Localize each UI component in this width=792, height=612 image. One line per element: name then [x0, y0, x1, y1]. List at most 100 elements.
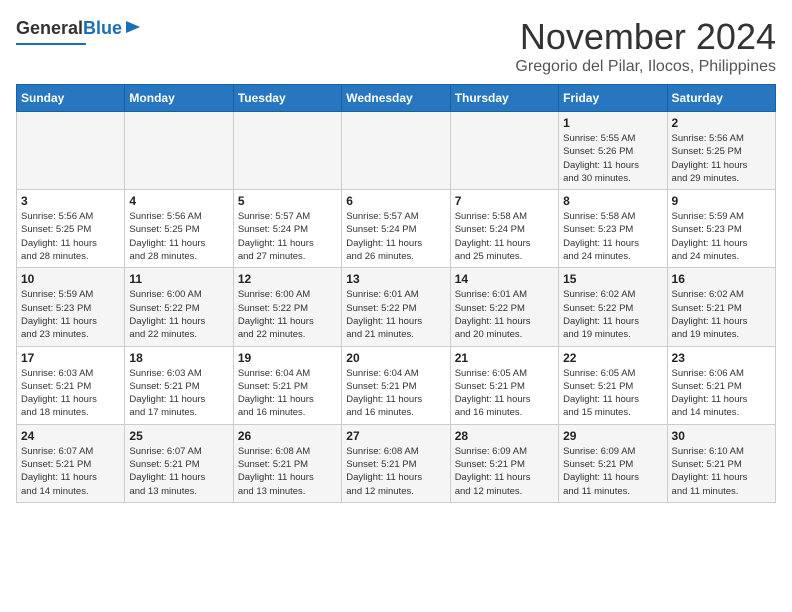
- day-number: 11: [129, 272, 228, 286]
- calendar-cell: [342, 112, 450, 190]
- day-number: 19: [238, 351, 337, 365]
- calendar-cell: 19 Sunrise: 6:04 AM Sunset: 5:21 PM Dayli…: [233, 346, 341, 424]
- day-info: Sunrise: 5:57 AM Sunset: 5:24 PM Dayligh…: [238, 210, 337, 263]
- day-info: Sunrise: 6:07 AM Sunset: 5:21 PM Dayligh…: [129, 445, 228, 498]
- day-number: 25: [129, 429, 228, 443]
- day-info: Sunrise: 5:57 AM Sunset: 5:24 PM Dayligh…: [346, 210, 445, 263]
- calendar-cell: 24 Sunrise: 6:07 AM Sunset: 5:21 PM Dayli…: [17, 424, 125, 502]
- day-number: 7: [455, 194, 554, 208]
- day-number: 15: [563, 272, 662, 286]
- day-info: Sunrise: 6:02 AM Sunset: 5:21 PM Dayligh…: [672, 288, 771, 341]
- day-number: 21: [455, 351, 554, 365]
- calendar-cell: 12 Sunrise: 6:00 AM Sunset: 5:22 PM Dayli…: [233, 268, 341, 346]
- day-number: 30: [672, 429, 771, 443]
- logo: GeneralBlue: [16, 16, 142, 45]
- calendar-header: SundayMondayTuesdayWednesdayThursdayFrid…: [17, 85, 776, 112]
- calendar-cell: 8Sunrise: 5:58 AM Sunset: 5:23 PM Daylig…: [559, 190, 667, 268]
- day-number: 16: [672, 272, 771, 286]
- calendar-cell: 25 Sunrise: 6:07 AM Sunset: 5:21 PM Dayli…: [125, 424, 233, 502]
- day-info: Sunrise: 6:03 AM Sunset: 5:21 PM Dayligh…: [129, 367, 228, 420]
- day-number: 4: [129, 194, 228, 208]
- day-number: 9: [672, 194, 771, 208]
- calendar-cell: 22Sunrise: 6:05 AM Sunset: 5:21 PM Dayli…: [559, 346, 667, 424]
- calendar-cell: 29 Sunrise: 6:09 AM Sunset: 5:21 PM Dayli…: [559, 424, 667, 502]
- calendar-cell: 21 Sunrise: 6:05 AM Sunset: 5:21 PM Dayli…: [450, 346, 558, 424]
- day-number: 2: [672, 116, 771, 130]
- calendar-cell: 11 Sunrise: 6:00 AM Sunset: 5:22 PM Dayli…: [125, 268, 233, 346]
- day-info: Sunrise: 6:04 AM Sunset: 5:21 PM Dayligh…: [238, 367, 337, 420]
- calendar-cell: 18 Sunrise: 6:03 AM Sunset: 5:21 PM Dayli…: [125, 346, 233, 424]
- weekday-header: Saturday: [667, 85, 775, 112]
- day-info: Sunrise: 6:00 AM Sunset: 5:22 PM Dayligh…: [129, 288, 228, 341]
- calendar-cell: [450, 112, 558, 190]
- day-number: 13: [346, 272, 445, 286]
- day-info: Sunrise: 5:55 AM Sunset: 5:26 PM Dayligh…: [563, 132, 662, 185]
- calendar-cell: 16 Sunrise: 6:02 AM Sunset: 5:21 PM Dayli…: [667, 268, 775, 346]
- day-info: Sunrise: 6:08 AM Sunset: 5:21 PM Dayligh…: [238, 445, 337, 498]
- day-number: 27: [346, 429, 445, 443]
- day-number: 29: [563, 429, 662, 443]
- weekday-header: Friday: [559, 85, 667, 112]
- day-number: 8: [563, 194, 662, 208]
- calendar-table: SundayMondayTuesdayWednesdayThursdayFrid…: [16, 84, 776, 503]
- calendar-cell: 2 Sunrise: 5:56 AM Sunset: 5:25 PM Daylig…: [667, 112, 775, 190]
- day-number: 23: [672, 351, 771, 365]
- day-info: Sunrise: 6:07 AM Sunset: 5:21 PM Dayligh…: [21, 445, 120, 498]
- day-number: 6: [346, 194, 445, 208]
- day-number: 24: [21, 429, 120, 443]
- day-number: 28: [455, 429, 554, 443]
- calendar-cell: 9 Sunrise: 5:59 AM Sunset: 5:23 PM Daylig…: [667, 190, 775, 268]
- calendar-cell: [233, 112, 341, 190]
- calendar-cell: 13 Sunrise: 6:01 AM Sunset: 5:22 PM Dayli…: [342, 268, 450, 346]
- calendar-cell: 3 Sunrise: 5:56 AM Sunset: 5:25 PM Daylig…: [17, 190, 125, 268]
- weekday-header: Wednesday: [342, 85, 450, 112]
- calendar-cell: 27 Sunrise: 6:08 AM Sunset: 5:21 PM Dayli…: [342, 424, 450, 502]
- day-info: Sunrise: 6:09 AM Sunset: 5:21 PM Dayligh…: [563, 445, 662, 498]
- day-info: Sunrise: 6:03 AM Sunset: 5:21 PM Dayligh…: [21, 367, 120, 420]
- location-title: Gregorio del Pilar, Ilocos, Philippines: [515, 58, 776, 76]
- day-info: Sunrise: 6:05 AM Sunset: 5:21 PM Dayligh…: [455, 367, 554, 420]
- day-info: Sunrise: 6:09 AM Sunset: 5:21 PM Dayligh…: [455, 445, 554, 498]
- day-number: 18: [129, 351, 228, 365]
- weekday-header: Monday: [125, 85, 233, 112]
- calendar-cell: 30 Sunrise: 6:10 AM Sunset: 5:21 PM Dayli…: [667, 424, 775, 502]
- calendar-cell: 4 Sunrise: 5:56 AM Sunset: 5:25 PM Daylig…: [125, 190, 233, 268]
- day-info: Sunrise: 5:56 AM Sunset: 5:25 PM Dayligh…: [672, 132, 771, 185]
- day-info: Sunrise: 5:59 AM Sunset: 5:23 PM Dayligh…: [672, 210, 771, 263]
- page-header: GeneralBlue November 2024 Gregorio del P…: [16, 16, 776, 76]
- calendar-cell: 7 Sunrise: 5:58 AM Sunset: 5:24 PM Daylig…: [450, 190, 558, 268]
- day-info: Sunrise: 6:00 AM Sunset: 5:22 PM Dayligh…: [238, 288, 337, 341]
- calendar-cell: 28 Sunrise: 6:09 AM Sunset: 5:21 PM Dayli…: [450, 424, 558, 502]
- day-info: Sunrise: 5:56 AM Sunset: 5:25 PM Dayligh…: [129, 210, 228, 263]
- calendar-cell: [17, 112, 125, 190]
- day-info: Sunrise: 6:01 AM Sunset: 5:22 PM Dayligh…: [346, 288, 445, 341]
- day-number: 10: [21, 272, 120, 286]
- day-info: Sunrise: 6:01 AM Sunset: 5:22 PM Dayligh…: [455, 288, 554, 341]
- day-info: Sunrise: 5:56 AM Sunset: 5:25 PM Dayligh…: [21, 210, 120, 263]
- day-info: Sunrise: 6:06 AM Sunset: 5:21 PM Dayligh…: [672, 367, 771, 420]
- day-info: Sunrise: 6:08 AM Sunset: 5:21 PM Dayligh…: [346, 445, 445, 498]
- calendar-cell: 15Sunrise: 6:02 AM Sunset: 5:22 PM Dayli…: [559, 268, 667, 346]
- logo-general: General: [16, 18, 83, 38]
- day-number: 12: [238, 272, 337, 286]
- logo-blue: Blue: [83, 18, 122, 38]
- day-number: 26: [238, 429, 337, 443]
- day-number: 3: [21, 194, 120, 208]
- day-info: Sunrise: 6:10 AM Sunset: 5:21 PM Dayligh…: [672, 445, 771, 498]
- calendar-cell: [125, 112, 233, 190]
- day-number: 5: [238, 194, 337, 208]
- calendar-cell: 23 Sunrise: 6:06 AM Sunset: 5:21 PM Dayli…: [667, 346, 775, 424]
- day-info: Sunrise: 6:04 AM Sunset: 5:21 PM Dayligh…: [346, 367, 445, 420]
- weekday-header: Thursday: [450, 85, 558, 112]
- calendar-cell: 17 Sunrise: 6:03 AM Sunset: 5:21 PM Dayli…: [17, 346, 125, 424]
- calendar-cell: 14 Sunrise: 6:01 AM Sunset: 5:22 PM Dayli…: [450, 268, 558, 346]
- calendar-cell: 26 Sunrise: 6:08 AM Sunset: 5:21 PM Dayli…: [233, 424, 341, 502]
- day-number: 1: [563, 116, 662, 130]
- day-number: 17: [21, 351, 120, 365]
- calendar-cell: 20Sunrise: 6:04 AM Sunset: 5:21 PM Dayli…: [342, 346, 450, 424]
- weekday-header: Tuesday: [233, 85, 341, 112]
- month-title: November 2024: [515, 16, 776, 58]
- calendar-cell: 6 Sunrise: 5:57 AM Sunset: 5:24 PM Daylig…: [342, 190, 450, 268]
- day-info: Sunrise: 5:58 AM Sunset: 5:24 PM Dayligh…: [455, 210, 554, 263]
- day-number: 14: [455, 272, 554, 286]
